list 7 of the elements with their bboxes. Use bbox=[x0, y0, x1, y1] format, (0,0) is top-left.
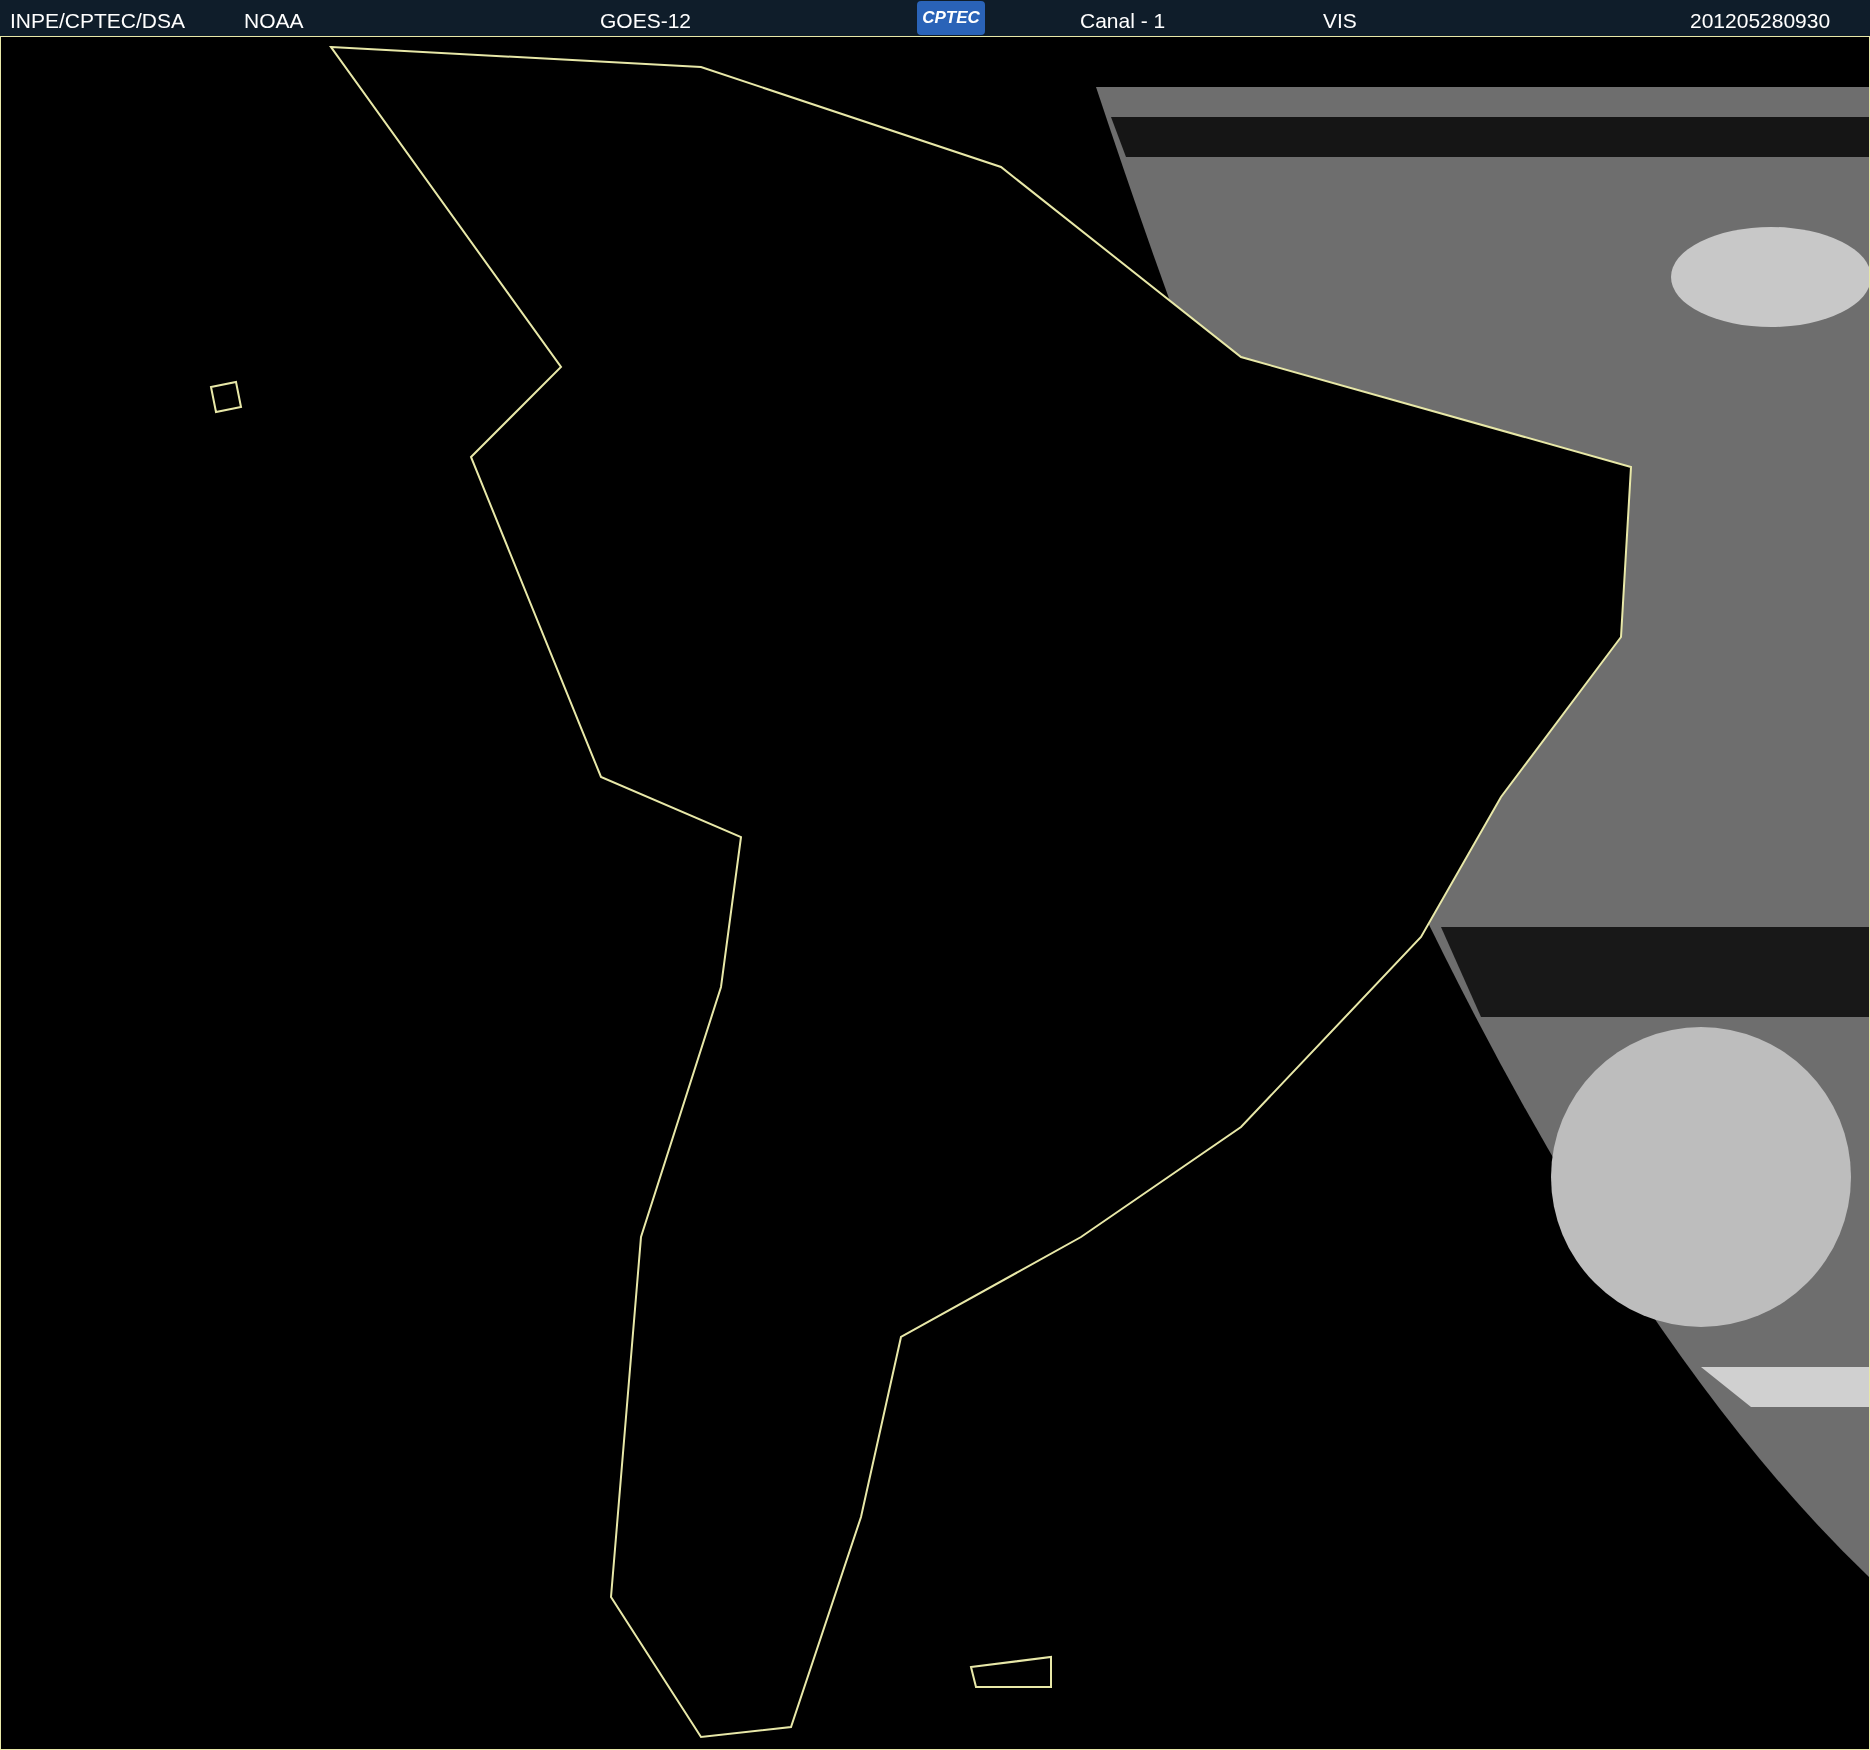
header-label: INPE/CPTEC/DSA bbox=[10, 8, 186, 34]
header-label: VIS bbox=[1323, 8, 1357, 34]
header-label: 201205280930 bbox=[1690, 8, 1831, 34]
logo: CPTEC bbox=[917, 1, 985, 35]
header-label: GOES-12 bbox=[600, 8, 692, 34]
header-label: Canal - 1 bbox=[1080, 8, 1166, 34]
header-label: NOAA bbox=[244, 8, 304, 34]
